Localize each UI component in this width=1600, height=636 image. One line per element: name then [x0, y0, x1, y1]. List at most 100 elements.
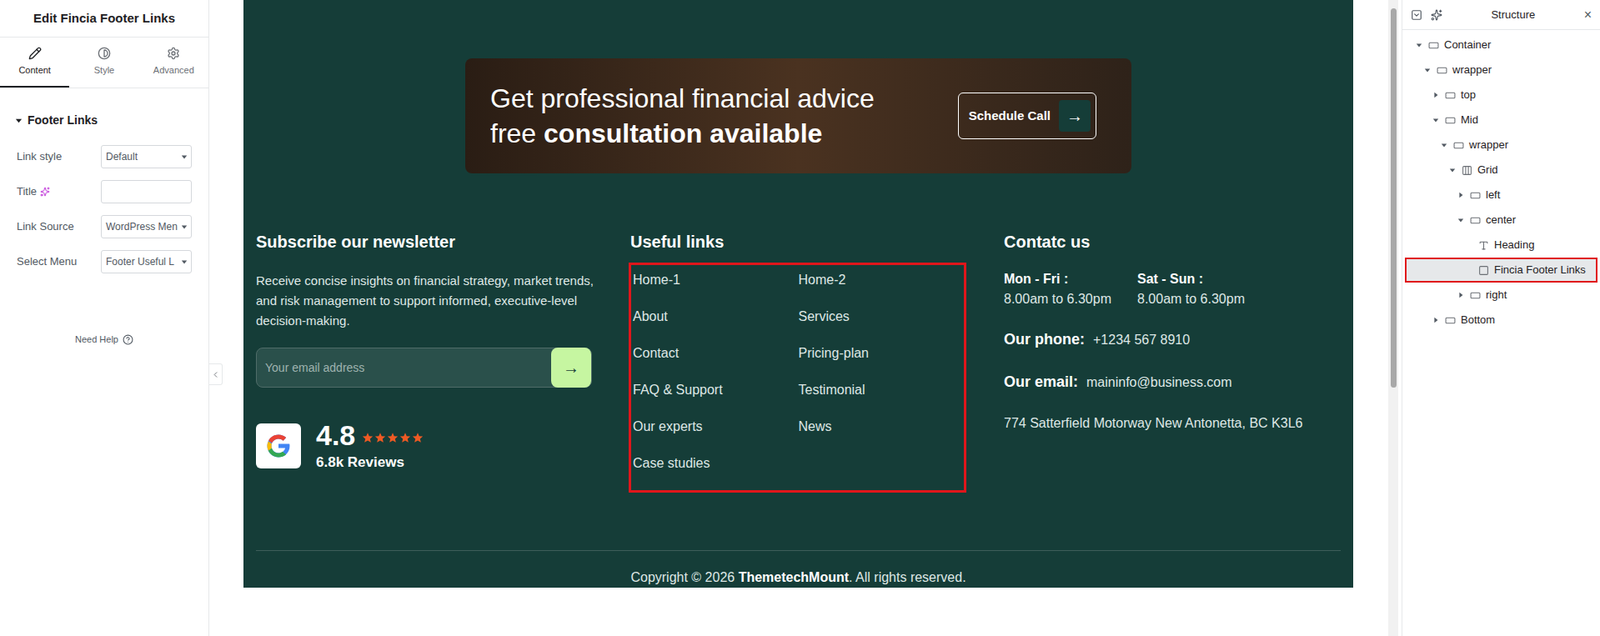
control-row: Link SourceWordPress Men: [16, 214, 192, 240]
footer-columns: Subscribe our newsletterReceive concise …: [255, 230, 1341, 493]
caret-right-icon[interactable]: [1432, 316, 1440, 324]
panel-tabs: ContentStyleAdvanced: [0, 37, 209, 89]
tree-item[interactable]: wrapper: [1404, 57, 1598, 83]
section-header[interactable]: Footer Links: [0, 88, 209, 145]
footer-link[interactable]: Home-1: [632, 270, 799, 307]
tree-item[interactable]: Fincia Footer Links: [1404, 257, 1598, 283]
caret-down-icon[interactable]: [1457, 216, 1465, 224]
footer-link[interactable]: Pricing-plan: [798, 343, 965, 381]
footer-link[interactable]: News: [798, 416, 965, 454]
useful-links-heading: Useful links: [630, 230, 1004, 253]
panel-tab[interactable]: Advanced: [139, 37, 209, 88]
email-input[interactable]: Your email address: [265, 359, 365, 377]
ai-sparkle-icon[interactable]: [1430, 9, 1443, 21]
panel-tab[interactable]: Style: [69, 37, 139, 88]
panel-title: Edit Fincia Footer Links: [0, 0, 209, 38]
email-form: Your email address →: [255, 347, 592, 388]
footer-section: Get professional financial advicefree co…: [243, 0, 1354, 588]
footer-links-widget[interactable]: Home-1Home-2AboutServicesContactPricing-…: [628, 262, 967, 493]
reviews-count: 6.8k Reviews: [315, 451, 424, 474]
caret-down-icon[interactable]: [1415, 41, 1423, 49]
star-icon: [374, 431, 387, 444]
scrollbar-thumb[interactable]: [1390, 8, 1397, 388]
newsletter-heading: Subscribe our newsletter: [255, 230, 631, 253]
container-icon: [1436, 65, 1448, 76]
phone-row: Our phone:+1234 567 8910: [1003, 328, 1341, 352]
cta-title: Get professional financial advicefree co…: [490, 80, 875, 151]
chevron-left-icon: [210, 370, 221, 380]
footer-link[interactable]: About: [632, 306, 799, 344]
footer-divider: [255, 550, 1341, 552]
caret-right-icon[interactable]: [1457, 291, 1465, 299]
preview-scrollbar[interactable]: [1388, 0, 1399, 636]
tree-item[interactable]: center: [1404, 207, 1598, 233]
editor-app: Edit Fincia Footer LinksContentStyleAdva…: [0, 0, 1600, 636]
schedule-call-button[interactable]: Schedule Call→: [957, 92, 1097, 140]
structure-panel: Structure×ContainerwrappertopMidwrapperG…: [1401, 0, 1600, 636]
controls: Link styleDefaultTitleLink SourceWordPre…: [0, 144, 209, 275]
caret-down-icon[interactable]: [1432, 116, 1440, 124]
select-field[interactable]: Default: [100, 145, 192, 169]
select-field[interactable]: Footer Useful L: [100, 250, 192, 274]
caret-down-icon[interactable]: [1440, 141, 1448, 149]
container-icon: [1469, 215, 1481, 226]
structure-header: Structure×: [1402, 0, 1600, 31]
star-icon: [361, 431, 374, 444]
tree-item[interactable]: Bottom: [1404, 307, 1598, 333]
tree-item[interactable]: left: [1404, 182, 1598, 208]
tree-item[interactable]: Mid: [1404, 107, 1598, 133]
pencil-icon: [28, 46, 42, 61]
footer-link[interactable]: FAQ & Support: [632, 380, 799, 417]
need-help[interactable]: Need Help: [0, 332, 209, 347]
footer-link[interactable]: Our experts: [632, 416, 799, 454]
caret-down-icon: [180, 223, 188, 231]
contrast-icon: [97, 46, 111, 61]
container-icon: [1428, 40, 1440, 51]
caret-down-icon: [180, 258, 188, 266]
footer-link[interactable]: Home-2: [798, 270, 965, 307]
container-icon: [1469, 290, 1481, 301]
container-icon: [1453, 140, 1465, 151]
panel-tab[interactable]: Content: [0, 37, 70, 88]
ai-sparkle-icon[interactable]: [40, 186, 51, 197]
footer-link[interactable]: Case studies: [632, 453, 799, 491]
contact-heading: Contatc us: [1003, 230, 1341, 253]
hours-item: Mon - Fri :8.00am to 6.30pm: [1003, 269, 1121, 310]
select-field[interactable]: WordPress Men: [100, 215, 192, 239]
tree-item[interactable]: Heading: [1404, 232, 1598, 258]
useful-links-column: Useful links Home-1Home-2AboutServicesCon…: [630, 230, 1004, 493]
collapse-panel-button[interactable]: [209, 363, 223, 386]
star-icon: [386, 431, 399, 444]
container-icon: [1469, 190, 1481, 201]
rating-score: 4.8: [315, 418, 356, 452]
rating: 4.86.8k Reviews: [255, 418, 631, 474]
tree-item[interactable]: right: [1404, 282, 1598, 308]
caret-down-icon: [15, 116, 23, 125]
google-badge: [255, 423, 301, 469]
collapse-all-icon[interactable]: [1410, 9, 1423, 21]
caret-right-icon[interactable]: [1432, 91, 1440, 99]
edit-panel: Edit Fincia Footer LinksContentStyleAdva…: [0, 0, 210, 636]
footer-link[interactable]: Services: [798, 306, 965, 344]
tree-item[interactable]: Container: [1404, 32, 1598, 58]
address: 774 Satterfield Motorway New Antonetta, …: [1003, 413, 1341, 434]
help-icon: [122, 334, 134, 346]
cta-banner: Get professional financial advicefree co…: [465, 58, 1132, 174]
footer-link[interactable]: Testimonial: [798, 380, 965, 417]
hours-item: Sat - Sun :8.00am to 6.30pm: [1137, 269, 1254, 310]
subscribe-button[interactable]: →: [551, 347, 592, 388]
caret-down-icon[interactable]: [1424, 66, 1431, 74]
caret-right-icon[interactable]: [1457, 191, 1465, 199]
star-icon: [411, 431, 424, 444]
tree-item[interactable]: Grid: [1404, 157, 1598, 183]
close-button[interactable]: ×: [1584, 8, 1592, 22]
caret-down-icon[interactable]: [1449, 166, 1456, 174]
tree-item[interactable]: top: [1404, 82, 1598, 108]
tree-item[interactable]: wrapper: [1404, 132, 1598, 158]
footer-link[interactable]: Contact: [632, 343, 799, 381]
google-logo-icon: [264, 431, 293, 461]
container-icon: [1444, 315, 1456, 327]
stars: [361, 431, 424, 444]
text-field[interactable]: [100, 180, 192, 204]
container-icon: [1444, 115, 1456, 126]
